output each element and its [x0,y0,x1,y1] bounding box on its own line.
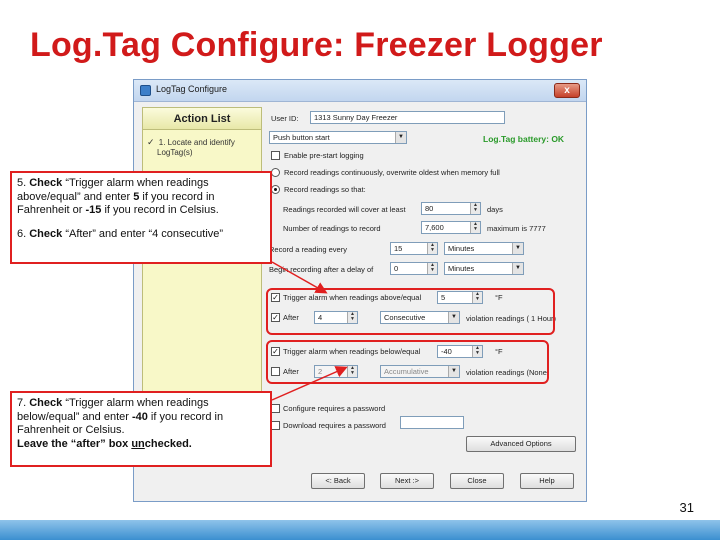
arrow-to-upper-alarm [271,261,328,294]
callout-step-7: 7. Check “Trigger alarm when readings be… [10,391,272,467]
c5-num2: -15 [85,204,102,216]
arrow-to-lower-alarm [271,366,348,401]
callout-steps-5-6: 5. Check “Trigger alarm when readings ab… [10,171,272,264]
c5-text3: if you record in Celsius. [101,204,219,216]
c7-leave1: Leave the “after” box [17,437,132,450]
c7-num: -40 [131,410,148,423]
footer-bar [0,520,720,540]
c6-text: “After” and enter “4 consecutive” [62,227,224,240]
c7-leave2: checked. [144,437,192,450]
c7-check: Check [29,397,63,409]
c6-prefix: 6. [17,227,30,240]
c5-prefix: 5. [17,177,30,189]
c5-check: Check [29,177,63,189]
page-number: 31 [679,500,694,515]
c6-check: Check [29,227,63,240]
c7-prefix: 7. [17,397,30,409]
c7-un: un [131,437,145,450]
